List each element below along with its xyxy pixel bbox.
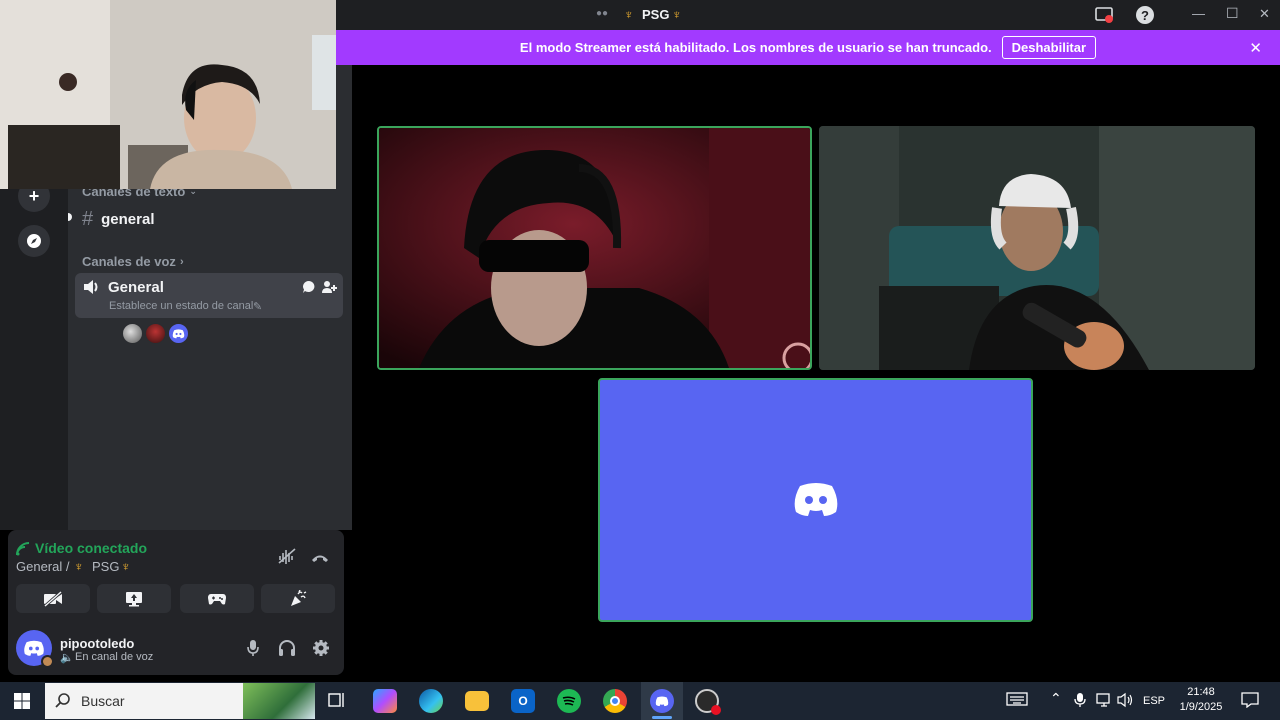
search-placeholder: Buscar bbox=[81, 693, 125, 709]
unread-indicator bbox=[68, 213, 72, 221]
voice-category[interactable]: Canales de voz › bbox=[82, 254, 184, 269]
streamer-mode-banner: El modo Streamer está habilitado. Los no… bbox=[336, 30, 1280, 65]
clock[interactable]: 21:48 1/9/2025 bbox=[1176, 685, 1226, 715]
video-tile-participant-2[interactable] bbox=[819, 126, 1255, 370]
video-tile-participant-1[interactable] bbox=[377, 126, 812, 370]
participant-video bbox=[819, 126, 1255, 370]
hash-icon: # bbox=[82, 208, 94, 230]
trident-icon: ♆ bbox=[624, 7, 634, 22]
connection-server[interactable]: PSG bbox=[92, 559, 119, 574]
volume-icon[interactable] bbox=[1117, 692, 1135, 713]
outlook-icon[interactable]: O bbox=[511, 689, 535, 713]
close-window-button[interactable]: ✕ bbox=[1259, 6, 1270, 22]
user-avatar[interactable] bbox=[16, 630, 54, 668]
file-explorer-icon[interactable] bbox=[465, 691, 489, 711]
disable-streamer-mode-button[interactable]: Deshabilitar bbox=[1001, 36, 1097, 59]
banner-message: El modo Streamer está habilitado. Los no… bbox=[519, 40, 992, 55]
streamer-mode-icon[interactable] bbox=[1095, 6, 1113, 29]
taskbar-search[interactable]: Buscar bbox=[45, 683, 315, 719]
voice-channel-label: General bbox=[108, 279, 164, 296]
user-status: En canal de voz bbox=[75, 651, 154, 663]
recording-dot bbox=[711, 705, 721, 715]
video-tile-participant-3[interactable] bbox=[598, 378, 1033, 622]
pencil-icon: ✎ bbox=[253, 301, 263, 313]
close-banner-icon[interactable]: ✕ bbox=[1249, 39, 1262, 57]
network-icon[interactable] bbox=[1096, 692, 1112, 713]
clock-time: 21:48 bbox=[1187, 686, 1215, 698]
window-title: PSG bbox=[642, 7, 670, 22]
gear-icon[interactable] bbox=[312, 639, 330, 662]
camera-button[interactable] bbox=[16, 584, 90, 613]
noise-suppression-icon[interactable] bbox=[278, 548, 296, 569]
discover-icon[interactable] bbox=[18, 225, 50, 257]
voice-status-icon: 🔈 bbox=[60, 652, 74, 664]
activities-button[interactable] bbox=[180, 584, 254, 613]
participant-avatar[interactable] bbox=[168, 323, 189, 344]
task-view-icon[interactable] bbox=[328, 691, 346, 714]
screen-share-icon bbox=[126, 591, 142, 606]
speaker-icon bbox=[83, 279, 101, 300]
language-indicator[interactable]: ESP bbox=[1143, 694, 1165, 709]
voice-connection-panel: Vídeo conectado General / ♆ PSG ♆ pipoot… bbox=[8, 530, 344, 675]
voice-category-label: Canales de voz bbox=[82, 254, 176, 269]
chrome-icon[interactable] bbox=[603, 689, 627, 713]
help-icon[interactable]: ? bbox=[1136, 6, 1154, 24]
screen-share-button[interactable] bbox=[97, 584, 171, 613]
trident-icon: ♆ bbox=[74, 559, 84, 574]
connection-status[interactable]: Vídeo conectado bbox=[35, 540, 147, 556]
clock-date: 1/9/2025 bbox=[1179, 701, 1223, 713]
trident-icon: ♆ bbox=[672, 7, 682, 22]
copilot-icon[interactable] bbox=[373, 689, 397, 713]
invite-user-icon[interactable] bbox=[321, 279, 337, 300]
streamer-webcam-overlay bbox=[0, 0, 336, 189]
microphone-tray-icon[interactable] bbox=[1074, 692, 1086, 713]
status-dot bbox=[41, 655, 54, 668]
headphones-icon[interactable] bbox=[278, 639, 296, 662]
notifications-icon[interactable] bbox=[1241, 692, 1259, 713]
chevron-up-icon[interactable]: ⌃ bbox=[1050, 690, 1062, 707]
soundboard-button[interactable] bbox=[261, 584, 335, 613]
obs-icon[interactable] bbox=[695, 689, 721, 715]
spotify-icon[interactable] bbox=[557, 689, 581, 713]
voice-channel-general[interactable]: General Establece un estado de canal ✎ bbox=[75, 273, 343, 318]
soundboard-icon bbox=[291, 589, 307, 606]
server-icon: ●● bbox=[596, 8, 609, 19]
disconnect-icon[interactable] bbox=[311, 550, 329, 568]
minimize-button[interactable]: — bbox=[1192, 6, 1205, 21]
username[interactable]: pipootoledo bbox=[60, 636, 134, 651]
chat-bubble-icon[interactable] bbox=[302, 280, 316, 299]
participant-avatar[interactable] bbox=[145, 323, 166, 344]
edge-browser-icon[interactable] bbox=[419, 689, 443, 713]
maximize-button[interactable]: ☐ bbox=[1226, 5, 1239, 22]
windows-start-icon[interactable] bbox=[14, 693, 30, 714]
active-indicator bbox=[652, 716, 672, 719]
discord-logo-icon bbox=[794, 483, 837, 516]
camera-off-icon bbox=[44, 590, 62, 607]
microphone-icon[interactable] bbox=[246, 639, 260, 662]
participant-video bbox=[379, 128, 810, 368]
channel-label: general bbox=[101, 211, 155, 228]
channel-general-text[interactable]: # general bbox=[82, 208, 154, 231]
chevron-right-icon: › bbox=[179, 255, 184, 268]
gamepad-icon bbox=[208, 593, 226, 604]
voice-participants bbox=[122, 323, 189, 344]
participant-avatar[interactable] bbox=[122, 323, 143, 344]
search-icon bbox=[55, 692, 71, 711]
connection-location[interactable]: General / bbox=[16, 559, 69, 574]
search-highlight-image bbox=[243, 683, 315, 719]
title-bar: ●● ♆ PSG ♆ ? — ☐ ✕ bbox=[336, 0, 1280, 30]
trident-icon: ♆ bbox=[121, 559, 131, 574]
channel-status-input[interactable]: Establece un estado de canal bbox=[109, 300, 253, 312]
keyboard-icon[interactable] bbox=[1006, 691, 1028, 712]
discord-taskbar-icon[interactable] bbox=[650, 689, 674, 713]
discord-logo-icon bbox=[24, 640, 44, 656]
